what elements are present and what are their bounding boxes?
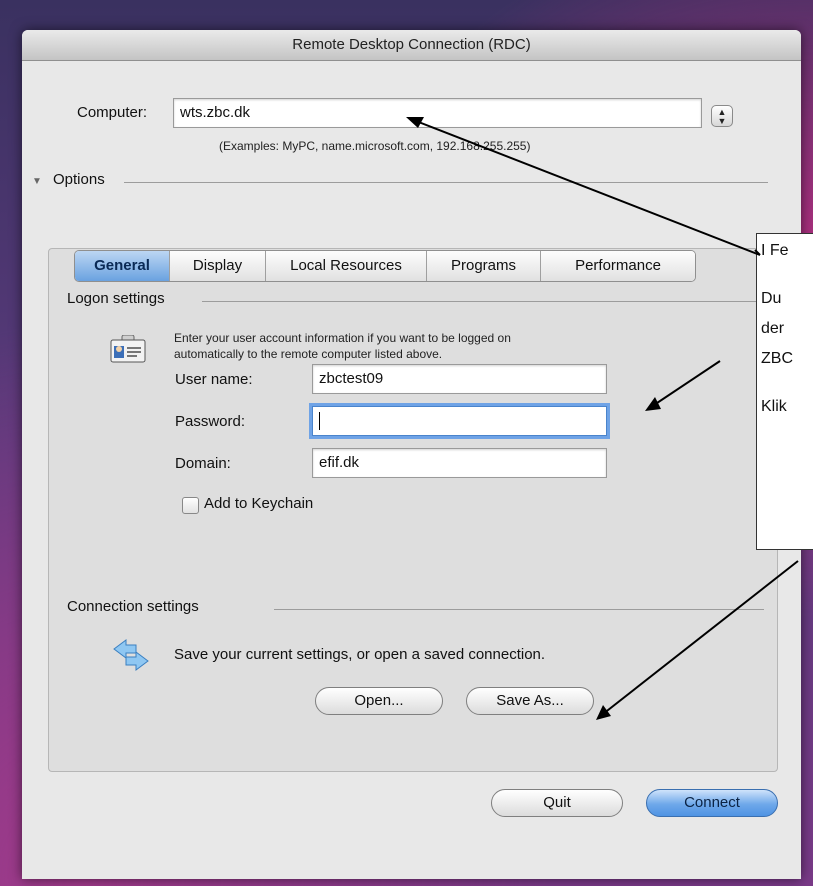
password-label: Password: (175, 413, 246, 430)
password-input[interactable] (312, 406, 607, 436)
connection-settings-heading: Connection settings (67, 598, 199, 615)
callout-line2: Du (761, 290, 782, 307)
tab-bar: General Display Local Resources Programs… (74, 250, 696, 282)
callout-line3: der (761, 320, 785, 337)
options-label[interactable]: Options (53, 171, 105, 188)
logon-divider (202, 301, 764, 302)
logon-info-line1: Enter your user account information if y… (174, 331, 511, 345)
connect-button[interactable]: Connect (646, 789, 778, 817)
callout-line1: I Fe (761, 242, 789, 259)
tab-display[interactable]: Display (170, 251, 266, 281)
keychain-checkbox[interactable] (182, 497, 199, 514)
save-as-button[interactable]: Save As... (466, 687, 594, 715)
logon-settings-heading: Logon settings (67, 290, 165, 307)
tab-performance[interactable]: Performance (541, 251, 695, 281)
domain-input[interactable]: efif.dk (312, 448, 607, 478)
callout-line5: Klik (761, 398, 787, 415)
sync-arrows-icon (113, 639, 149, 671)
quit-button[interactable]: Quit (491, 789, 623, 817)
options-divider (124, 182, 768, 183)
connection-divider (274, 609, 764, 610)
callout-line4: ZBC (761, 350, 793, 367)
window-title: Remote Desktop Connection (RDC) (22, 30, 801, 61)
computer-label: Computer: (77, 104, 148, 121)
open-button[interactable]: Open... (315, 687, 443, 715)
annotation-callout: I Fe Du der ZBC Klik (756, 233, 813, 550)
options-disclosure-icon[interactable]: ▼ (32, 176, 42, 187)
tab-general[interactable]: General (75, 251, 170, 281)
text-cursor (319, 412, 320, 431)
username-input[interactable]: zbctest09 (312, 364, 607, 394)
user-card-icon (110, 335, 146, 363)
domain-label: Domain: (175, 455, 231, 472)
computer-input[interactable]: wts.zbc.dk (173, 98, 702, 128)
username-label: User name: (175, 371, 253, 388)
tab-local-resources[interactable]: Local Resources (266, 251, 427, 281)
computer-examples: (Examples: MyPC, name.microsoft.com, 192… (219, 139, 531, 153)
connection-info: Save your current settings, or open a sa… (174, 646, 546, 663)
rdc-dialog: Remote Desktop Connection (RDC) Computer… (22, 30, 801, 879)
keychain-label[interactable]: Add to Keychain (204, 495, 313, 512)
stepper-down-icon: ▼ (717, 116, 727, 126)
tab-programs[interactable]: Programs (427, 251, 541, 281)
logon-info-line2: automatically to the remote computer lis… (174, 347, 443, 361)
computer-history-stepper[interactable]: ▲ ▼ (711, 105, 733, 127)
